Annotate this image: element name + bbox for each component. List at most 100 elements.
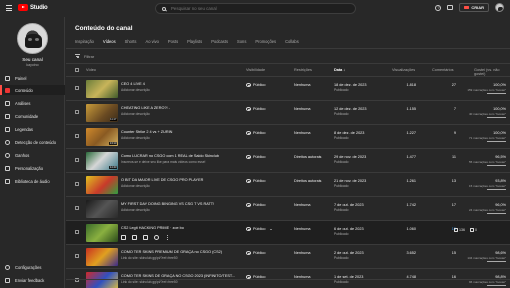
comments-value[interactable]: 9 — [436, 131, 456, 135]
tab-sounds[interactable]: Sons — [237, 39, 246, 48]
table-row[interactable]: 13:13 Counter Strike 2 4 vs + ZURIN Adic… — [66, 124, 510, 148]
analytics-icon[interactable] — [132, 235, 137, 240]
sidebar-item-subtitles[interactable]: Legendas — [0, 124, 65, 134]
column-restrictions[interactable]: Restrições — [294, 68, 312, 72]
notifications-icon[interactable] — [447, 5, 454, 10]
tab-collabs[interactable]: Collabs — [285, 39, 299, 48]
menu-icon[interactable] — [6, 5, 12, 11]
sidebar-item-analytics[interactable]: Análises — [0, 98, 65, 108]
sidebar-item-label: Personalização — [15, 165, 43, 171]
row-checkbox[interactable] — [75, 230, 79, 234]
date-value: 21 de nov. de 2023 — [334, 179, 367, 183]
comments-value[interactable]: 15 — [436, 251, 456, 255]
sidebar-item-label: Comunidade — [15, 113, 39, 119]
sidebar-item-audio-library[interactable]: Biblioteca de áudio — [0, 176, 65, 186]
comments-value[interactable]: 17 — [436, 203, 456, 207]
row-checkbox[interactable] — [75, 86, 79, 90]
video-thumbnail[interactable] — [86, 80, 118, 98]
tab-videos[interactable]: Vídeos — [101, 39, 117, 49]
table-row[interactable]: CEO 4 LIVE 4 Adicionar descrição Público… — [66, 76, 510, 100]
comments-icon[interactable] — [143, 235, 148, 240]
video-title[interactable]: CHEATING LIKE A ZERO?! - — [121, 106, 239, 110]
visibility-cell[interactable]: Público — [246, 107, 265, 111]
table-row[interactable]: O BIT DA MAIOR LIVE DE CSGO PRO PLAYER A… — [66, 172, 510, 196]
visibility-cell[interactable]: Público — [246, 155, 265, 159]
visibility-cell[interactable]: Público — [246, 179, 265, 183]
sidebar-item-dashboard[interactable]: Painel — [0, 73, 65, 83]
row-checkbox[interactable] — [75, 158, 79, 162]
table-row[interactable] — [66, 279, 510, 288]
table-row[interactable]: 14:43 Como LUCRAR no CSGO com 1 REAL de … — [66, 148, 510, 172]
channel-avatar[interactable] — [17, 23, 48, 54]
visibility-cell[interactable]: Público — [246, 227, 273, 231]
comments-value[interactable]: 15 — [436, 227, 456, 231]
tab-playlists[interactable]: Playlists — [187, 39, 202, 48]
table-row[interactable]: MY FIRST DAY DOING BINGING VS CSG T VS R… — [66, 196, 510, 220]
video-title[interactable]: CEO 4 LIVE 4 — [121, 82, 239, 86]
video-title[interactable]: COMO TER SKINS PREMIUM DE GRAÇA no CSGO … — [121, 250, 239, 254]
tab-shorts[interactable]: Shorts — [125, 39, 137, 48]
youtube-play-icon[interactable] — [154, 235, 159, 240]
search-bar[interactable] — [155, 3, 356, 14]
video-thumbnail[interactable] — [86, 200, 118, 218]
tab-inspiration[interactable]: Inspiração — [75, 39, 94, 48]
video-title[interactable]: CS2 Legit HACKING PRIME · zoe bo — [121, 226, 239, 230]
column-date[interactable]: Data ↓ — [334, 68, 345, 72]
column-comments[interactable]: Comentários — [432, 68, 454, 72]
video-title[interactable]: O BIT DA MAIOR LIVE DE CSGO PRO PLAYER — [121, 178, 239, 182]
visibility-cell[interactable]: Público — [246, 251, 265, 255]
tab-podcasts[interactable]: Podcasts — [211, 39, 228, 48]
comments-value[interactable]: 27 — [436, 83, 456, 87]
row-checkbox[interactable] — [75, 110, 79, 114]
help-circle-icon[interactable]: ? — [435, 4, 442, 11]
create-button[interactable]: CRIAR — [459, 3, 489, 12]
sidebar-item-feedback[interactable]: Enviar feedback — [0, 275, 65, 285]
tab-promotions[interactable]: Promoções — [255, 39, 276, 48]
row-checkbox[interactable] — [75, 206, 79, 210]
sidebar-item-customization[interactable]: Personalização — [0, 163, 65, 173]
sidebar-item-community[interactable]: Comunidade — [0, 111, 65, 121]
edit-pencil-icon[interactable] — [121, 235, 126, 240]
filter-bar[interactable]: Filtrar — [75, 52, 94, 60]
video-title[interactable]: Como LUCRAR no CSGO com 1 REAL de Saldo … — [121, 154, 239, 158]
video-description: Adicionar descrição — [121, 208, 150, 212]
visibility-cell[interactable]: Público — [246, 83, 265, 87]
video-thumbnail[interactable] — [86, 224, 118, 242]
chevron-down-icon[interactable] — [270, 228, 273, 230]
search-input[interactable] — [171, 6, 321, 11]
search-icon[interactable] — [162, 6, 166, 11]
tab-live[interactable]: Ao vivo — [145, 39, 158, 48]
table-row[interactable]: CS2 Legit HACKING PRIME · zoe bo Público… — [66, 220, 510, 244]
row-checkbox[interactable] — [75, 134, 79, 138]
video-title[interactable]: MY FIRST DAY DOING BINGING VS CSG T VS R… — [121, 202, 239, 206]
video-thumbnail[interactable] — [86, 248, 118, 266]
video-title[interactable]: COMO TER SKINS DE GRAÇA NO CSGO 2023 (IN… — [121, 274, 239, 278]
column-visibility[interactable]: Visibilidade — [246, 68, 265, 72]
sidebar-item-settings[interactable]: Configurações — [0, 262, 65, 272]
video-thumbnail[interactable]: 11:17 — [86, 104, 118, 122]
column-likes[interactable]: Gostei (vs. não gostei) — [474, 68, 510, 76]
video-thumbnail[interactable] — [86, 176, 118, 194]
tab-posts[interactable]: Posts — [168, 39, 178, 48]
studio-logo[interactable]: Studio — [18, 4, 48, 11]
more-options-icon[interactable] — [165, 235, 170, 240]
comments-value[interactable]: 13 — [436, 179, 456, 183]
select-all-checkbox[interactable] — [75, 68, 79, 72]
visibility-cell[interactable]: Público — [246, 203, 265, 207]
video-title[interactable]: Counter Strike 2 4 vs + ZURIN — [121, 130, 239, 134]
account-avatar[interactable] — [495, 3, 504, 12]
sidebar-item-copyright[interactable]: Detecção de conteúdo — [0, 137, 65, 147]
table-row[interactable]: 11:17 CHEATING LIKE A ZERO?! - Adicionar… — [66, 100, 510, 124]
visibility-cell[interactable]: Público — [246, 131, 265, 135]
comments-value[interactable]: 7 — [436, 107, 456, 111]
video-thumbnail[interactable]: 14:43 — [86, 152, 118, 170]
comments-value[interactable]: 11 — [436, 155, 456, 159]
video-thumbnail[interactable]: 13:13 — [86, 128, 118, 146]
column-views[interactable]: Visualizações — [392, 68, 415, 72]
sidebar-item-earn[interactable]: Ganhos — [0, 150, 65, 160]
create-label: CRIAR — [471, 5, 484, 10]
row-checkbox[interactable] — [75, 254, 79, 258]
sidebar-item-content[interactable]: Conteúdo — [0, 85, 65, 95]
table-row[interactable]: COMO TER SKINS PREMIUM DE GRAÇA no CSGO … — [66, 244, 510, 268]
row-checkbox[interactable] — [75, 182, 79, 186]
